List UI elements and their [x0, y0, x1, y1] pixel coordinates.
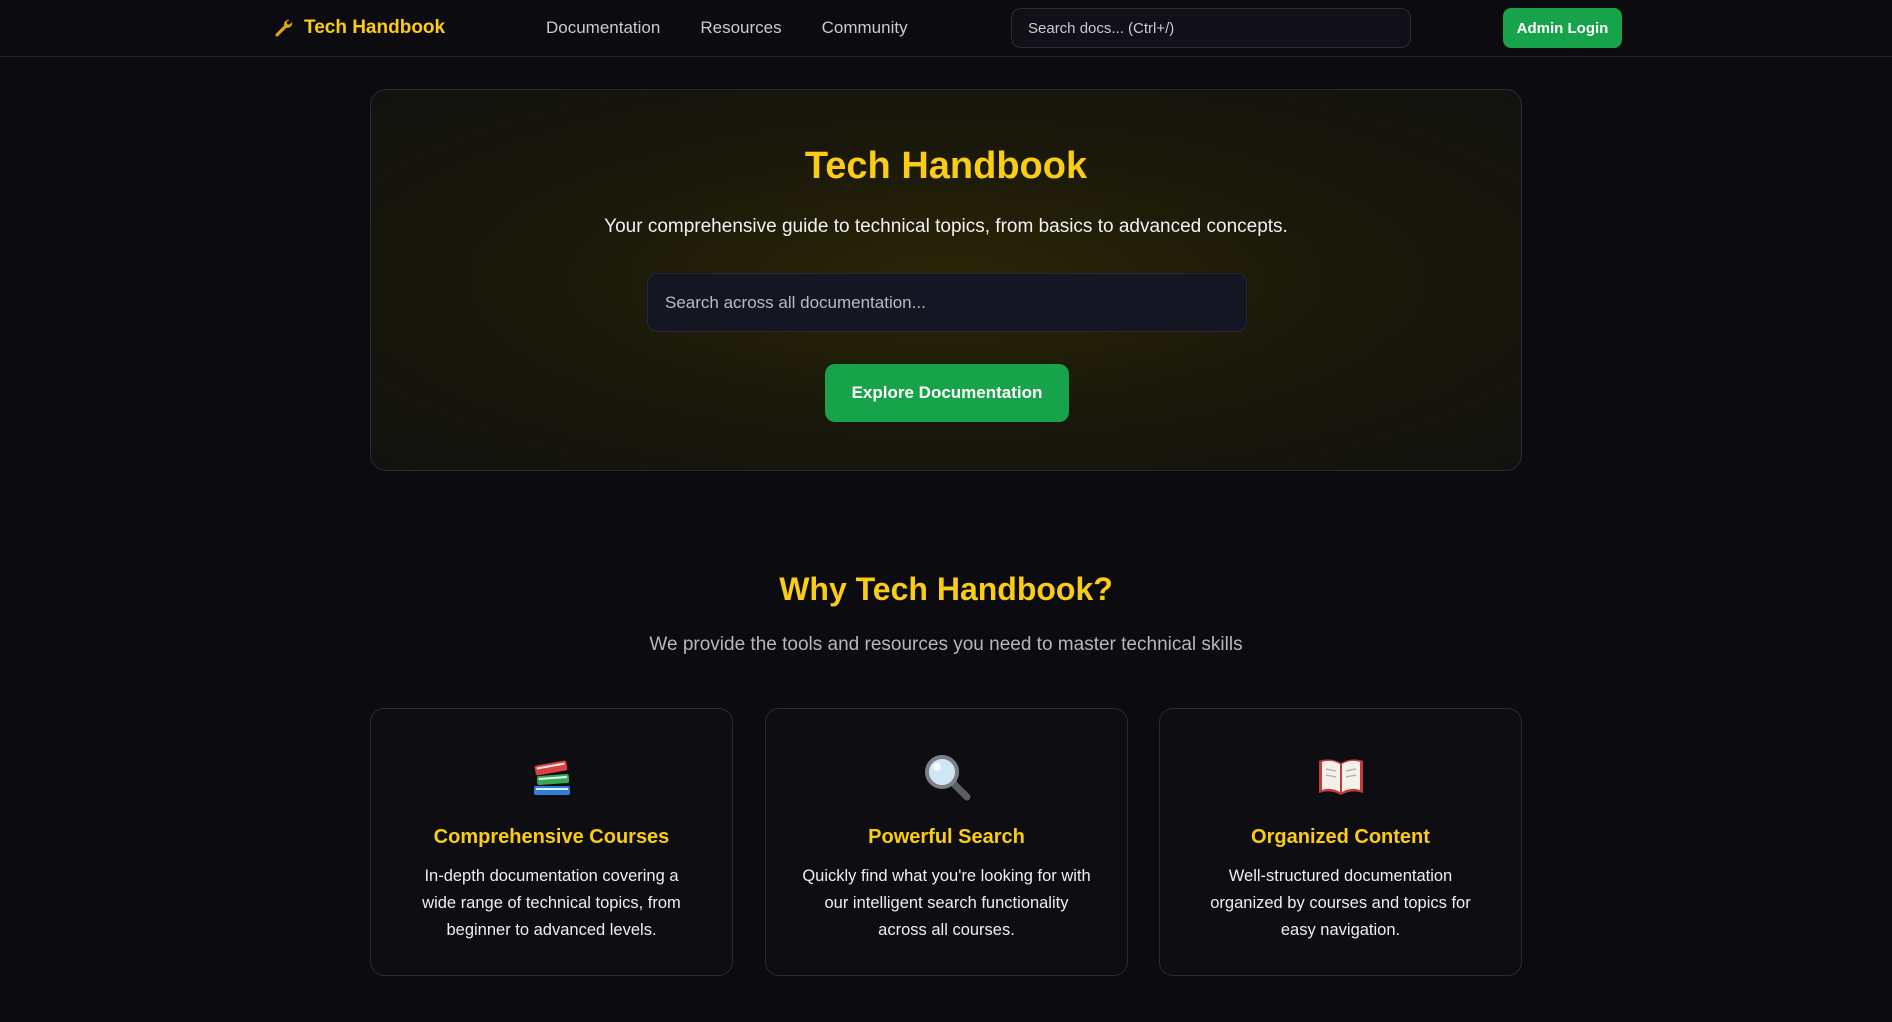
card-title: Comprehensive Courses — [433, 826, 670, 848]
header-search-input[interactable] — [1011, 8, 1411, 48]
top-navbar: Tech Handbook Documentation Resources Co… — [0, 0, 1892, 57]
nav-documentation[interactable]: Documentation — [546, 18, 660, 38]
hero-title: Tech Handbook — [804, 145, 1088, 187]
nav-resources[interactable]: Resources — [700, 18, 781, 38]
card-description: Quickly find what you're looking for wit… — [802, 867, 1091, 939]
explore-documentation-button[interactable]: Explore Documentation — [825, 364, 1069, 422]
card-description: In-depth documentation covering a wide r… — [422, 867, 681, 939]
card-description: Well-structured documentation organized … — [1210, 867, 1471, 939]
open-book-icon — [1160, 751, 1521, 803]
brand-logo[interactable]: Tech Handbook — [272, 16, 445, 40]
admin-login-button[interactable]: Admin Login — [1503, 8, 1622, 48]
brand-name: Tech Handbook — [304, 17, 446, 38]
card-title: Powerful Search — [868, 826, 1025, 848]
hero-search-input[interactable] — [647, 273, 1247, 332]
why-title: Why Tech Handbook? — [779, 571, 1113, 607]
feature-card-search: Powerful Search Quickly find what you're… — [765, 708, 1128, 976]
hero-panel: Tech Handbook Your comprehensive guide t… — [370, 89, 1522, 471]
magnifier-icon — [766, 751, 1127, 803]
why-subtitle: We provide the tools and resources you n… — [649, 634, 1243, 655]
nav-community[interactable]: Community — [822, 18, 908, 38]
feature-card-organized: Organized Content Well-structured docume… — [1159, 708, 1522, 976]
books-icon — [371, 751, 732, 803]
hero-subtitle: Your comprehensive guide to technical to… — [604, 216, 1288, 237]
main-nav: Documentation Resources Community — [546, 18, 908, 38]
wrench-icon — [275, 19, 293, 37]
feature-card-courses: Comprehensive Courses In-depth documenta… — [370, 708, 733, 976]
card-title: Organized Content — [1251, 826, 1430, 848]
